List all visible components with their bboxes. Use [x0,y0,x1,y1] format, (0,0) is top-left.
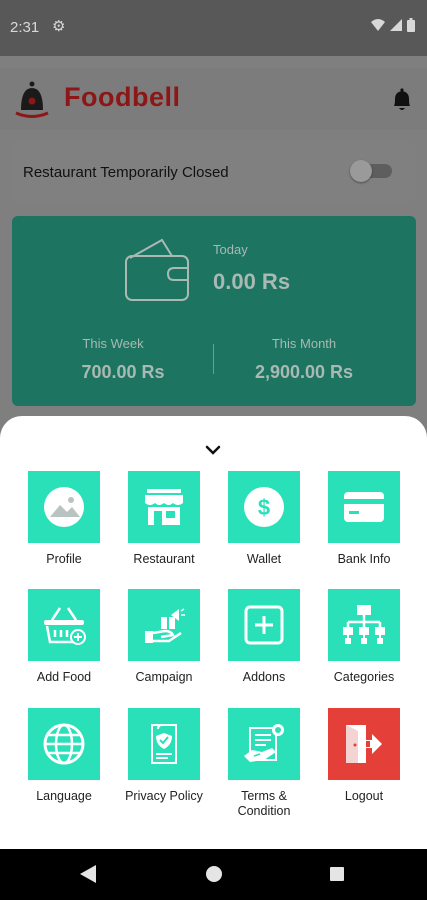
menu-label: Logout [344,789,384,803]
menu-item-restaurant[interactable]: Restaurant [114,471,214,567]
month-value: 2,900.00 Rs [254,362,354,382]
menu-item-add-food[interactable]: Add Food [14,589,114,685]
language-tile [28,708,100,780]
bank-info-tile [328,471,400,543]
logout-tile [328,708,400,780]
menu-item-profile[interactable]: Profile [14,471,114,567]
recent-apps-icon[interactable] [330,867,344,881]
wifi-icon [371,19,385,31]
menu-label: Restaurant [133,552,195,566]
status-time: 2:31 [10,19,40,36]
restaurant-tile [128,471,200,543]
terms-condition-tile [228,708,300,780]
week-value: 700.00 Rs [81,362,165,382]
plus-square-icon [244,605,284,645]
back-icon[interactable] [80,865,96,883]
basket-add-icon [44,607,86,645]
menu-item-categories[interactable]: Categories [314,589,414,685]
menu-label: Campaign [135,670,193,684]
logo-text: Foodbell [64,82,181,112]
menu-label: Wallet [246,552,282,566]
status-icons [371,18,415,32]
menu-bottom-sheet: Profile Restaurant $ Wallet Bank Info Ad… [0,416,427,849]
earnings-card: Today 0.00 Rs This Week 700.00 Rs This M… [12,216,416,406]
svg-text:$: $ [258,495,270,520]
campaign-tile [128,589,200,661]
profile-tile [28,471,100,543]
globe-icon [43,723,85,765]
campaign-icon [145,608,185,643]
restaurant-closed-toggle[interactable] [350,160,392,182]
addons-tile [228,589,300,661]
menu-item-language[interactable]: Language [14,708,114,804]
contract-icon [244,724,284,762]
status-bar: 2:31 ⚙ [0,0,427,56]
logo-bell-icon [15,81,49,118]
system-nav-bar [0,849,427,900]
chevron-down-icon[interactable] [204,444,222,456]
restaurant-closed-label: Restaurant Temporarily Closed [23,164,229,181]
today-value: 0.00 Rs [213,269,291,294]
today-label: Today [213,242,248,257]
menu-label: Profile [46,552,82,566]
signal-icon [390,19,402,31]
restaurant-closed-card: Restaurant Temporarily Closed [12,142,416,202]
wallet-icon [125,238,189,301]
gear-icon: ⚙ [52,18,66,35]
storefront-icon [145,489,183,525]
hierarchy-icon [343,605,385,644]
credit-card-icon [344,492,384,522]
menu-item-logout[interactable]: Logout [314,708,414,804]
menu-label: Terms & Condition [237,789,291,818]
notification-bell-icon[interactable] [391,88,413,112]
menu-item-campaign[interactable]: Campaign [114,589,214,685]
menu-label: Addons [242,670,286,684]
toggle-knob [350,160,372,182]
wallet-tile: $ [228,471,300,543]
menu-label: Bank Info [337,552,391,566]
battery-icon [407,18,415,32]
menu-item-bank-info[interactable]: Bank Info [314,471,414,567]
logout-icon [346,725,382,763]
menu-item-wallet[interactable]: $ Wallet [214,471,314,567]
menu-item-privacy-policy[interactable]: Privacy Policy [114,708,214,804]
week-label: This Week [82,336,144,351]
app-bar: Foodbell [0,68,427,130]
categories-tile [328,589,400,661]
menu-item-addons[interactable]: Addons [214,589,314,685]
home-icon[interactable] [206,866,222,882]
privacy-policy-tile [128,708,200,780]
dollar-icon: $ [244,487,284,527]
menu-label: Language [36,789,92,803]
menu-label: Add Food [36,670,92,684]
menu-label: Categories [333,670,395,684]
privacy-document-icon [151,724,177,764]
menu-item-terms-condition[interactable]: Terms & Condition [214,708,314,819]
menu-label: Privacy Policy [125,789,203,803]
month-label: This Month [271,336,337,351]
profile-image-icon [44,487,84,527]
add-food-tile [28,589,100,661]
